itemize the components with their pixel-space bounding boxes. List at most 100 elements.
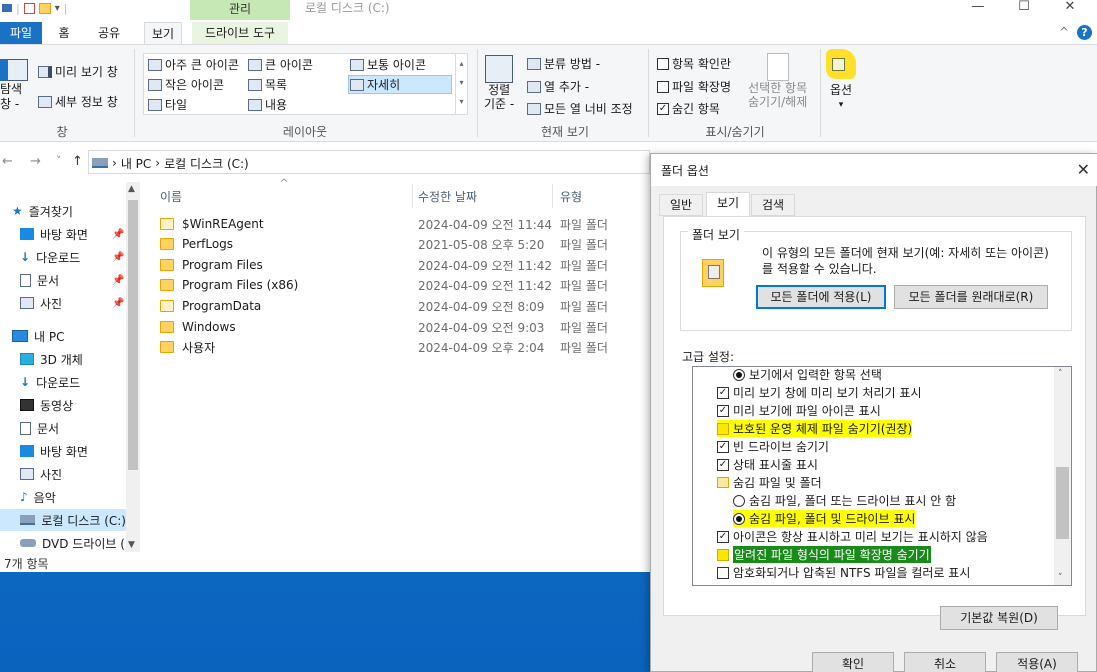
tab-view-options[interactable]: 보기 bbox=[706, 192, 751, 217]
size-all-columns-button[interactable]: 모든 열 너비 조정 bbox=[527, 100, 633, 117]
apply-button[interactable]: 적용(A) bbox=[996, 652, 1078, 672]
option-hide-known-extensions[interactable]: 알려진 파일 형식의 파일 확장명 숨기기 bbox=[717, 546, 931, 563]
item-checkboxes-toggle[interactable]: 항목 확인란 bbox=[657, 55, 731, 72]
table-row[interactable]: Program Files (x86) 2024-04-09 오전 11:42 파일… bbox=[160, 275, 608, 295]
option-dont-show-hidden[interactable]: 숨김 파일, 폴더 또는 드라이브 표시 안 함 bbox=[733, 492, 956, 509]
collapse-ribbon-icon[interactable]: ^ bbox=[1059, 25, 1069, 39]
maximize-button[interactable]: ☐ bbox=[1001, 0, 1047, 16]
forward-button[interactable]: → bbox=[30, 154, 41, 169]
checkbox-icon bbox=[717, 422, 729, 435]
nav-item-pictures-pc[interactable]: 사진 bbox=[20, 463, 62, 485]
layout-extra-large-icons[interactable]: 아주 큰 아이콘 bbox=[148, 56, 239, 73]
column-date[interactable]: 수정한 날짜 bbox=[418, 188, 477, 205]
nav-item-desktop-pc[interactable]: 바탕 화면 bbox=[20, 440, 88, 462]
details-pane-button[interactable]: 세부 정보 창 bbox=[38, 93, 118, 110]
nav-item-favorites[interactable]: ★ 즐겨찾기 bbox=[12, 200, 73, 222]
properties-icon[interactable] bbox=[23, 2, 35, 14]
apply-to-folders-button[interactable]: 모든 폴더에 적용(L) bbox=[756, 285, 886, 309]
reset-folders-button[interactable]: 모든 폴더를 원래대로(R) bbox=[894, 285, 1048, 309]
breadcrumb-pc[interactable]: 내 PC bbox=[121, 155, 151, 172]
nav-item-downloads-pc[interactable]: ↓ 다운로드 bbox=[20, 371, 80, 393]
layout-content[interactable]: 내용 bbox=[248, 96, 287, 113]
help-icon[interactable]: ? bbox=[1077, 25, 1092, 40]
option-hide-protected-os-files[interactable]: 보호된 운영 체제 파일 숨기기(권장) bbox=[717, 420, 913, 437]
layout-list[interactable]: 목록 bbox=[248, 76, 287, 93]
recent-locations-button[interactable]: ˅ bbox=[56, 154, 62, 167]
sort-by-button[interactable]: 정렬 기준 - bbox=[484, 55, 514, 111]
nav-item-3d-objects[interactable]: 3D 개체 bbox=[20, 348, 83, 370]
options-button[interactable]: 옵션 ▾ bbox=[826, 49, 856, 110]
nav-item-pictures[interactable]: 사진 📌 bbox=[20, 292, 124, 314]
qat-dropdown-icon[interactable]: ▾ bbox=[55, 3, 60, 14]
layout-tiles[interactable]: 타일 bbox=[148, 96, 187, 113]
nav-item-dvd[interactable]: DVD 드라이브 ( bbox=[20, 532, 125, 552]
group-by-icon bbox=[527, 57, 541, 70]
breadcrumb-local-disk[interactable]: 로컬 디스크 (C:) bbox=[164, 155, 249, 172]
table-row[interactable]: ProgramData 2024-04-09 오전 8:09 파일 폴더 bbox=[160, 296, 608, 316]
layout-scroll[interactable]: ▴ ▾ ▾ bbox=[455, 54, 467, 114]
layout-details[interactable]: 자세히 bbox=[350, 76, 400, 93]
advanced-list-scroll-thumb[interactable] bbox=[1056, 467, 1069, 539]
option-select-typed-item[interactable]: 보기에서 입력한 항목 선택 bbox=[733, 367, 882, 383]
new-folder-icon[interactable] bbox=[38, 2, 51, 14]
tab-home[interactable]: 홈 bbox=[52, 22, 76, 44]
tab-view[interactable]: 보기 bbox=[144, 22, 182, 44]
tab-general[interactable]: 일반 bbox=[659, 194, 704, 216]
nav-pane-scroll-thumb[interactable] bbox=[128, 200, 138, 470]
close-button[interactable]: ✕ bbox=[1047, 0, 1093, 16]
layout-medium-icons[interactable]: 보통 아이콘 bbox=[350, 56, 426, 73]
group-by-button[interactable]: 분류 방법 - bbox=[527, 55, 600, 72]
option-show-hidden[interactable]: 숨김 파일, 폴더 및 드라이브 표시 bbox=[733, 510, 916, 527]
nav-item-documents[interactable]: 문서 📌 bbox=[20, 269, 124, 291]
preview-pane-button[interactable]: 미리 보기 창 bbox=[38, 63, 118, 80]
nav-item-music[interactable]: ♪ 음악 bbox=[20, 486, 56, 508]
cancel-button[interactable]: 취소 bbox=[904, 652, 986, 672]
size-columns-icon bbox=[527, 102, 541, 115]
option-show-status-bar[interactable]: ✓ 상태 표시줄 표시 bbox=[717, 456, 818, 473]
nav-item-this-pc[interactable]: 내 PC bbox=[12, 325, 64, 347]
file-extensions-toggle[interactable]: 파일 확장명 bbox=[657, 78, 731, 95]
option-preview-handlers[interactable]: ✓ 미리 보기 창에 미리 보기 처리기 표시 bbox=[717, 384, 922, 401]
table-row[interactable]: PerfLogs 2021-05-08 오후 5:20 파일 폴더 bbox=[160, 234, 608, 254]
option-always-show-icons[interactable]: ✓ 아이콘은 항상 표시하고 미리 보기는 표시하지 않음 bbox=[717, 528, 988, 545]
navigation-pane-button[interactable]: 탐색 창 - bbox=[0, 59, 28, 111]
layout-small-icons[interactable]: 작은 아이콘 bbox=[148, 76, 224, 93]
up-button[interactable]: ↑ bbox=[72, 154, 83, 169]
scroll-up-icon[interactable]: ˄ bbox=[1058, 369, 1063, 379]
table-row[interactable]: Windows 2024-04-09 오전 9:03 파일 폴더 bbox=[160, 317, 608, 337]
option-color-ntfs-files[interactable]: 암호화되거나 압축된 NTFS 파일을 컬러로 표시 bbox=[717, 564, 970, 581]
nav-item-downloads[interactable]: ↓ 다운로드 📌 bbox=[20, 246, 124, 268]
add-columns-button[interactable]: 열 추가 - bbox=[527, 78, 589, 95]
scroll-up-icon[interactable]: ▲ bbox=[128, 184, 135, 194]
option-hide-empty-drives[interactable]: ✓ 빈 드라이브 숨기기 bbox=[717, 438, 829, 455]
column-type[interactable]: 유형 bbox=[560, 188, 582, 205]
restore-defaults-button[interactable]: 기본값 복원(D) bbox=[940, 606, 1058, 630]
table-row[interactable]: $WinREAgent 2024-04-09 오전 11:44 파일 폴더 bbox=[160, 214, 608, 234]
nav-item-documents-pc[interactable]: 문서 bbox=[20, 417, 59, 439]
column-name[interactable]: 이름 bbox=[160, 188, 410, 205]
option-file-icon-thumbnails[interactable]: ✓ 미리 보기에 파일 아이콘 표시 bbox=[717, 402, 881, 419]
table-row[interactable]: 사용자 2024-04-09 오후 2:04 파일 폴더 bbox=[160, 337, 608, 357]
nav-item-desktop[interactable]: 바탕 화면 📌 bbox=[20, 223, 124, 245]
dialog-close-button[interactable]: ✕ bbox=[1077, 160, 1090, 179]
hide-selected-items-button[interactable]: 선택한 항목 숨기기/해제 bbox=[748, 53, 807, 109]
scroll-down-icon[interactable]: ▼ bbox=[128, 540, 135, 550]
folder-icon bbox=[160, 300, 174, 312]
tab-drive-tools[interactable]: 드라이브 도구 bbox=[192, 22, 288, 44]
context-tab-manage[interactable]: 관리 bbox=[190, 0, 290, 20]
ok-button[interactable]: 확인 bbox=[812, 652, 894, 672]
options-icon bbox=[826, 49, 856, 79]
tab-search[interactable]: 검색 bbox=[751, 194, 796, 216]
folder-icon bbox=[160, 341, 174, 353]
group-label-show-hide: 표시/숨기기 bbox=[705, 125, 765, 139]
layout-large-icons[interactable]: 큰 아이콘 bbox=[248, 56, 313, 73]
table-row[interactable]: Program Files 2024-04-09 오전 11:42 파일 폴더 bbox=[160, 255, 608, 275]
scroll-down-icon[interactable]: ˅ bbox=[1058, 573, 1063, 583]
hidden-items-toggle[interactable]: ✓ 숨긴 항목 bbox=[657, 100, 720, 117]
nav-item-local-disk[interactable]: 로컬 디스크 (C:) bbox=[0, 509, 126, 531]
tab-share[interactable]: 공유 bbox=[92, 22, 126, 44]
tab-file[interactable]: 파일 bbox=[0, 22, 42, 44]
minimize-button[interactable]: — bbox=[955, 0, 1001, 16]
back-button[interactable]: ← bbox=[2, 154, 13, 169]
nav-item-videos[interactable]: 동영상 bbox=[20, 394, 73, 416]
